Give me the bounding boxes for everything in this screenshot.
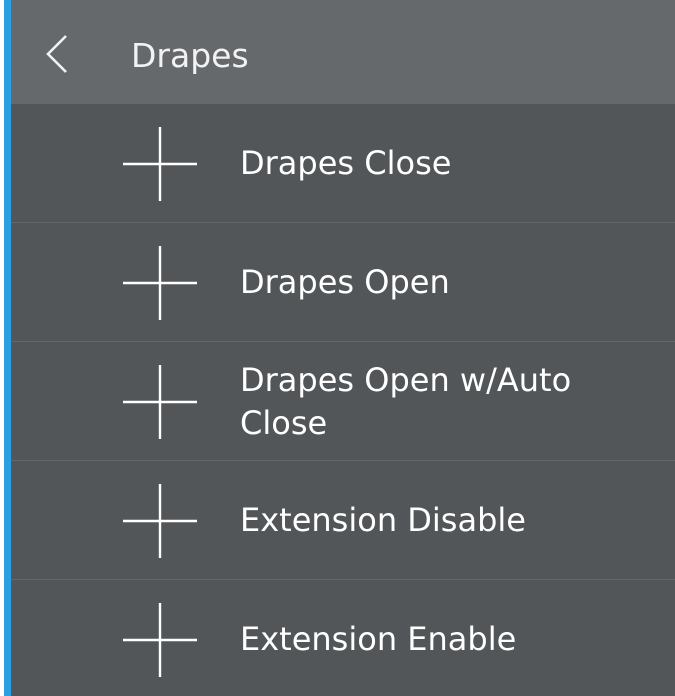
list-item-drapes-open-auto-close[interactable]: Drapes Open w/Auto Close xyxy=(11,342,675,461)
header-bar: Drapes xyxy=(11,0,675,104)
list-item-drapes-close[interactable]: Drapes Close xyxy=(11,104,675,223)
list-item-extension-disable[interactable]: Extension Disable xyxy=(11,461,675,580)
list-item-label: Extension Disable xyxy=(240,501,526,539)
plus-icon xyxy=(123,603,197,677)
plus-icon xyxy=(123,127,197,201)
page-title: Drapes xyxy=(131,36,249,75)
drapes-panel: Drapes Drapes Close Drapes Open Drapes O… xyxy=(11,0,675,696)
chevron-left-icon xyxy=(46,35,67,73)
back-button[interactable] xyxy=(35,30,83,78)
list-item-label: Extension Enable xyxy=(240,620,517,658)
list-item-extension-enable[interactable]: Extension Enable xyxy=(11,580,675,696)
drapes-action-list: Drapes Close Drapes Open Drapes Open w/A… xyxy=(11,104,675,696)
plus-icon xyxy=(123,484,197,558)
list-item-drapes-open[interactable]: Drapes Open xyxy=(11,223,675,342)
list-item-label: Drapes Open xyxy=(240,263,450,301)
plus-icon xyxy=(123,246,197,320)
list-item-label: Drapes Open w/Auto Close xyxy=(240,360,572,442)
accent-bar xyxy=(4,0,11,696)
plus-icon xyxy=(123,365,197,439)
list-item-label: Drapes Close xyxy=(240,144,452,182)
